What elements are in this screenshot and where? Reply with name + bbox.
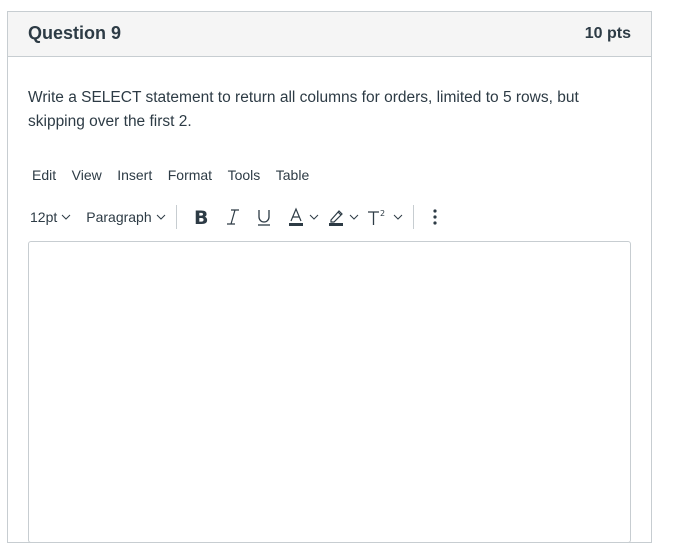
- chevron-down-icon: [61, 214, 71, 220]
- question-points: 10 pts: [584, 25, 631, 42]
- chevron-down-icon: [156, 214, 165, 220]
- block-format-value: Paragraph: [86, 209, 152, 225]
- bold-button[interactable]: B: [193, 203, 211, 231]
- underline-button[interactable]: [255, 203, 273, 231]
- superscript-icon: 2: [367, 209, 385, 225]
- chevron-down-icon: [349, 214, 358, 220]
- more-options-button[interactable]: [432, 203, 438, 231]
- chevron-down-icon: [309, 214, 318, 220]
- svg-text:B: B: [194, 207, 208, 227]
- block-format-select[interactable]: Paragraph: [86, 209, 165, 225]
- underline-icon: [257, 210, 270, 226]
- menu-insert[interactable]: Insert: [117, 167, 152, 183]
- question-title: Question 9: [28, 23, 122, 43]
- highlight-color-button[interactable]: [327, 203, 359, 231]
- italic-icon: [226, 209, 239, 225]
- editor-menubar: Edit View Insert Format Tools Table: [32, 167, 325, 183]
- menu-format[interactable]: Format: [168, 167, 212, 183]
- text-color-button[interactable]: [287, 203, 319, 231]
- question-header: Question 9 10 pts: [8, 12, 651, 57]
- toolbar-separator: [412, 205, 414, 229]
- superscript-button[interactable]: 2: [367, 203, 403, 231]
- answer-editor[interactable]: [28, 241, 631, 543]
- menu-table[interactable]: Table: [276, 167, 309, 183]
- font-size-select[interactable]: 12pt: [26, 209, 71, 225]
- italic-button[interactable]: [225, 203, 241, 231]
- text-color-icon: [288, 207, 303, 226]
- menu-view[interactable]: View: [72, 167, 102, 183]
- more-vertical-icon: [433, 209, 437, 225]
- font-size-value: 12pt: [30, 209, 58, 225]
- highlight-color-icon: [328, 210, 343, 226]
- bold-icon: B: [194, 207, 208, 227]
- question-text: Write a SELECT statement to return all c…: [28, 89, 579, 130]
- question-card: Question 9 10 pts Write a SELECT stateme…: [7, 11, 652, 543]
- toolbar-separator: [175, 205, 177, 229]
- editor-toolbar: 12pt Paragraph B 2: [30, 202, 452, 232]
- menu-tools[interactable]: Tools: [228, 167, 261, 183]
- menu-edit[interactable]: Edit: [32, 167, 56, 183]
- chevron-down-icon: [393, 214, 402, 220]
- svg-text:2: 2: [380, 209, 385, 218]
